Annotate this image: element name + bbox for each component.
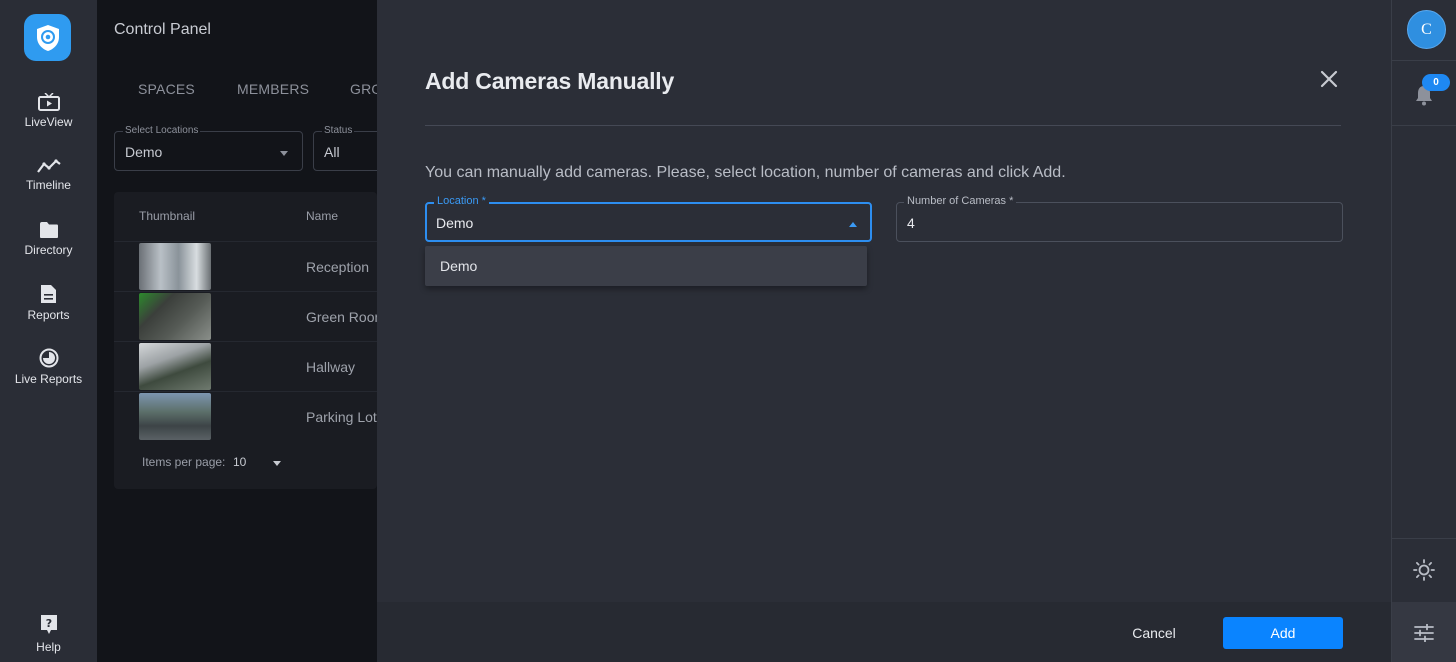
- tab-members[interactable]: MEMBERS: [237, 81, 309, 97]
- location-filter-select[interactable]: Select Locations Demo: [114, 125, 303, 171]
- location-dropdown-menu: Demo: [425, 246, 867, 286]
- folder-icon: [39, 222, 58, 238]
- nav-label: LiveView: [24, 115, 73, 129]
- avatar[interactable]: C: [1407, 10, 1446, 49]
- notification-badge: 0: [1422, 74, 1450, 91]
- page-title: Control Panel: [114, 21, 211, 38]
- nav-reports[interactable]: Reports: [0, 284, 97, 322]
- items-per-page-select[interactable]: 10: [233, 455, 246, 469]
- table-row[interactable]: Hallway: [114, 341, 377, 391]
- status-filter-value: All: [324, 144, 340, 160]
- tab-spaces[interactable]: SPACES: [138, 81, 195, 97]
- rail-divider: [1392, 60, 1456, 61]
- number-of-cameras-value: 4: [907, 215, 915, 231]
- nav-timeline[interactable]: Timeline: [0, 158, 97, 192]
- nav-label: Reports: [27, 308, 70, 322]
- number-of-cameras-field[interactable]: Number of Cameras * 4: [896, 195, 1343, 242]
- control-panel-page: Control Panel SPACES MEMBERS GRO Select …: [97, 0, 393, 662]
- nav-directory[interactable]: Directory: [0, 221, 97, 257]
- camera-thumbnail: [139, 393, 211, 440]
- items-per-page-label: Items per page:: [142, 455, 226, 469]
- nav-label: Live Reports: [14, 372, 83, 386]
- column-header-name: Name: [306, 209, 339, 223]
- dialog-footer: Cancel Add: [377, 602, 1391, 662]
- right-rail: C 0: [1391, 0, 1456, 662]
- dialog-divider: [425, 125, 1341, 126]
- location-select[interactable]: Location * Demo: [425, 195, 872, 242]
- add-button[interactable]: Add: [1223, 617, 1343, 649]
- table-row[interactable]: Parking Lot: [114, 391, 377, 441]
- number-of-cameras-label: Number of Cameras *: [904, 195, 1017, 207]
- nav-live-reports[interactable]: Live Reports: [0, 348, 97, 386]
- add-cameras-dialog: Add Cameras Manually You can manually ad…: [377, 0, 1391, 662]
- left-nav: LiveView Timeline Directory Reports Live…: [0, 0, 97, 662]
- timeline-icon: [36, 159, 61, 173]
- location-filter-label: Select Locations: [123, 125, 201, 136]
- camera-thumbnail: [139, 343, 211, 390]
- dialog-description: You can manually add cameras. Please, se…: [425, 164, 1066, 181]
- camera-thumbnail: [139, 293, 211, 340]
- table-row[interactable]: Green Room: [114, 291, 386, 341]
- location-value: Demo: [436, 215, 474, 231]
- sliders-icon: [1414, 624, 1434, 642]
- nav-help[interactable]: ? Help: [0, 614, 97, 654]
- app-logo[interactable]: [24, 14, 71, 61]
- tv-icon: [37, 93, 60, 111]
- camera-name: Reception: [306, 259, 370, 275]
- camera-name: Hallway: [306, 359, 356, 375]
- chevron-up-icon: [849, 222, 857, 227]
- chevron-down-icon[interactable]: [273, 461, 281, 466]
- sun-icon[interactable]: [1413, 559, 1435, 581]
- rail-divider: [1392, 538, 1456, 539]
- location-filter-value: Demo: [125, 144, 163, 160]
- cameras-table: Thumbnail Name Reception Green Room Hall…: [114, 192, 386, 489]
- nav-label: Directory: [24, 243, 73, 257]
- document-icon: [41, 285, 56, 303]
- table-row[interactable]: Reception: [114, 241, 377, 291]
- help-icon: ?: [40, 615, 57, 634]
- close-button[interactable]: [1319, 69, 1339, 89]
- camera-name: Parking Lot: [306, 409, 377, 425]
- svg-text:?: ?: [45, 617, 51, 630]
- close-icon: [1320, 70, 1338, 88]
- status-filter-label: Status: [322, 125, 355, 136]
- chevron-down-icon: [280, 151, 288, 156]
- camera-name: Green Room: [306, 309, 387, 325]
- dropdown-option-demo[interactable]: Demo: [440, 258, 477, 274]
- dialog-title: Add Cameras Manually: [425, 68, 675, 94]
- nav-liveview[interactable]: LiveView: [0, 93, 97, 129]
- nav-label: Help: [36, 640, 61, 654]
- nav-label: Timeline: [26, 178, 71, 192]
- column-header-thumbnail: Thumbnail: [139, 209, 196, 223]
- cancel-button[interactable]: Cancel: [1117, 617, 1191, 649]
- pie-icon: [39, 348, 58, 368]
- shield-logo-icon: [36, 24, 59, 51]
- rail-divider: [1392, 125, 1456, 126]
- settings-panel-toggle[interactable]: [1392, 602, 1456, 662]
- camera-thumbnail: [139, 243, 211, 290]
- location-label: Location *: [434, 195, 489, 207]
